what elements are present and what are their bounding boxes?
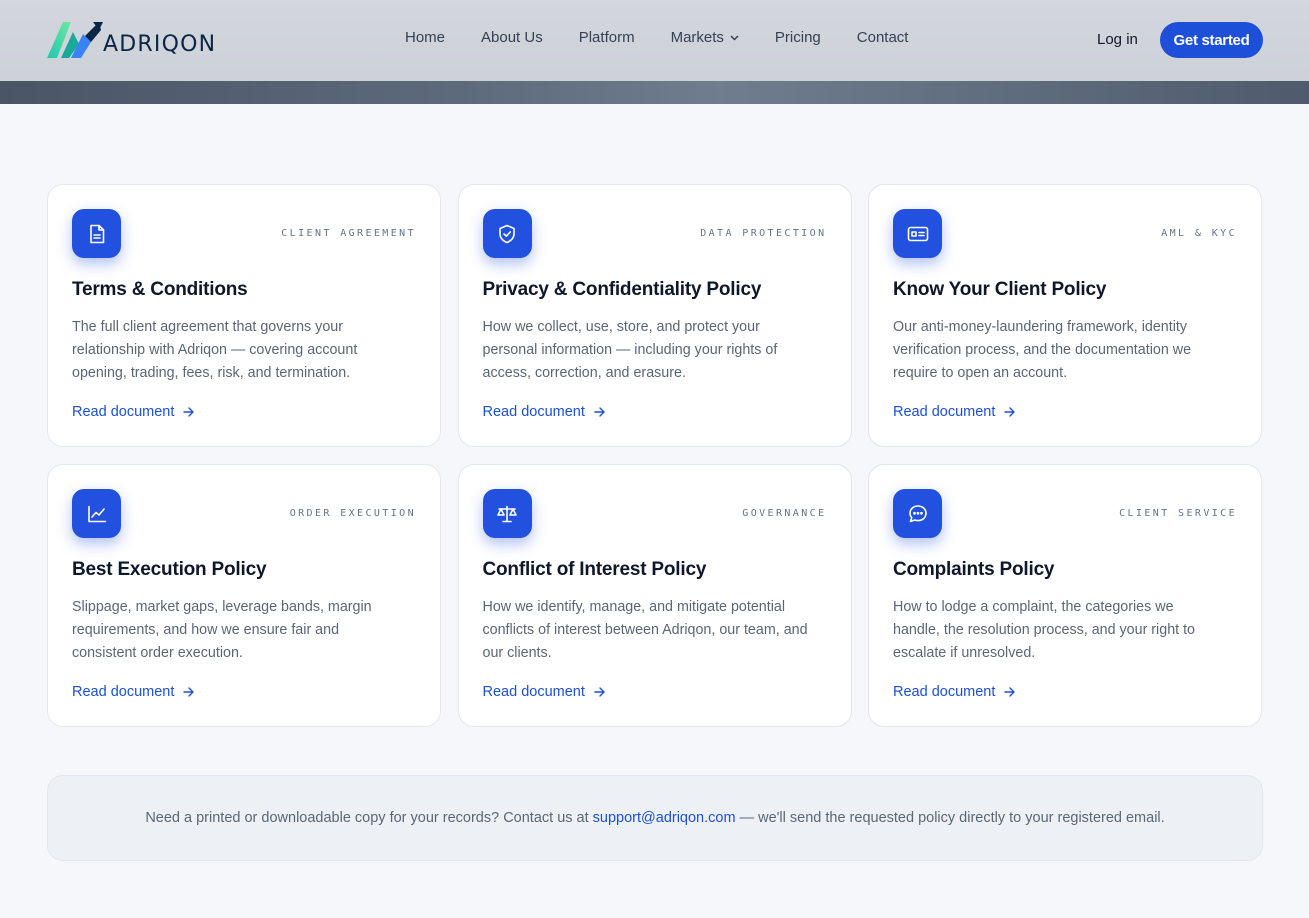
read-document-link[interactable]: Read document [483,404,605,420]
login-link[interactable]: Log in [1097,31,1138,48]
policy-cards-grid: CLIENT AGREEMENT Terms & Conditions The … [47,184,1262,727]
brand-logo[interactable]: ADRIQON [47,20,216,60]
policy-card-conflict-of-interest: GOVERNANCE Conflict of Interest Policy H… [457,464,852,727]
support-email-link[interactable]: support@adriqon.com [593,810,736,826]
arrow-right-icon [594,407,605,417]
card-title: Complaints Policy [893,559,1055,580]
card-tag: GOVERNANCE [742,508,827,519]
read-document-link[interactable]: Read document [893,684,1016,700]
read-document-label: Read document [893,404,996,420]
read-document-link[interactable]: Read document [72,404,195,420]
card-description: The full client agreement that governs y… [72,319,358,381]
adriqon-logo-icon [47,22,103,58]
read-document-label: Read document [893,684,996,700]
arrow-right-icon [183,687,195,697]
read-document-label: Read document [72,404,175,420]
note-text-after: — we'll send the requested policy direct… [735,810,1165,826]
read-document-label: Read document [482,684,585,700]
card-tag: CLIENT SERVICE [1119,508,1237,519]
card-tag: ORDER EXECUTION [289,508,416,519]
main-nav: Home About Us Platform Markets Pricing C… [405,29,944,46]
download-copy-note: Need a printed or downloadable copy for … [47,775,1263,861]
arrow-right-icon [1004,687,1016,697]
read-document-link[interactable]: Read document [72,684,195,700]
card-title: Terms & Conditions [72,279,248,300]
card-description: How we collect, use, store, and protect … [482,319,778,381]
note-text: Need a printed or downloadable copy for … [145,810,1164,826]
site-header: ADRIQON Home About Us Platform Markets P… [0,0,1309,81]
card-description: How we identify, manage, and mitigate po… [482,599,808,661]
policy-card-privacy: DATA PROTECTION Privacy & Confidentialit… [457,184,852,447]
brand-name: ADRIQON [103,31,217,57]
policy-card-terms: CLIENT AGREEMENT Terms & Conditions The … [47,184,441,447]
scales-icon [482,489,532,538]
chevron-down-icon [730,34,739,41]
nav-contact[interactable]: Contact [857,29,909,46]
arrow-right-icon [1004,407,1016,417]
card-description: How to lodge a complaint, the categories… [893,599,1196,661]
get-started-button[interactable]: Get started [1160,22,1263,58]
card-title: Best Execution Policy [72,559,267,580]
note-text-before: Need a printed or downloadable copy for … [145,810,593,826]
policy-card-complaints: CLIENT SERVICE Complaints Policy How to … [868,464,1262,727]
card-title: Conflict of Interest Policy [482,559,707,580]
card-description: Our anti-money-laundering framework, ide… [893,319,1192,381]
policy-card-best-execution: ORDER EXECUTION Best Execution Policy Sl… [47,464,441,727]
card-title: Privacy & Confidentiality Policy [482,279,762,300]
arrow-right-icon [183,407,195,417]
nav-markets[interactable]: Markets [671,29,739,46]
card-description: Slippage, market gaps, leverage bands, m… [72,599,372,661]
id-card-icon [893,209,942,258]
chat-bubble-icon [893,489,942,538]
document-icon [72,209,121,258]
nav-pricing[interactable]: Pricing [775,29,821,46]
read-document-link[interactable]: Read document [483,684,605,700]
card-title: Know Your Client Policy [893,279,1107,300]
read-document-link[interactable]: Read document [893,404,1016,420]
nav-home[interactable]: Home [405,29,445,46]
policy-card-kyc: AML & KYC Know Your Client Policy Our an… [868,184,1262,447]
card-tag: DATA PROTECTION [700,228,827,239]
read-document-label: Read document [72,684,175,700]
card-tag: AML & KYC [1161,228,1237,239]
arrow-right-icon [594,687,605,697]
card-tag: CLIENT AGREEMENT [281,228,416,239]
nav-platform[interactable]: Platform [579,29,635,46]
shield-check-icon [482,209,532,258]
nav-markets-label: Markets [670,29,724,46]
line-chart-icon [72,489,121,538]
nav-about-us[interactable]: About Us [481,29,543,46]
read-document-label: Read document [482,404,585,420]
